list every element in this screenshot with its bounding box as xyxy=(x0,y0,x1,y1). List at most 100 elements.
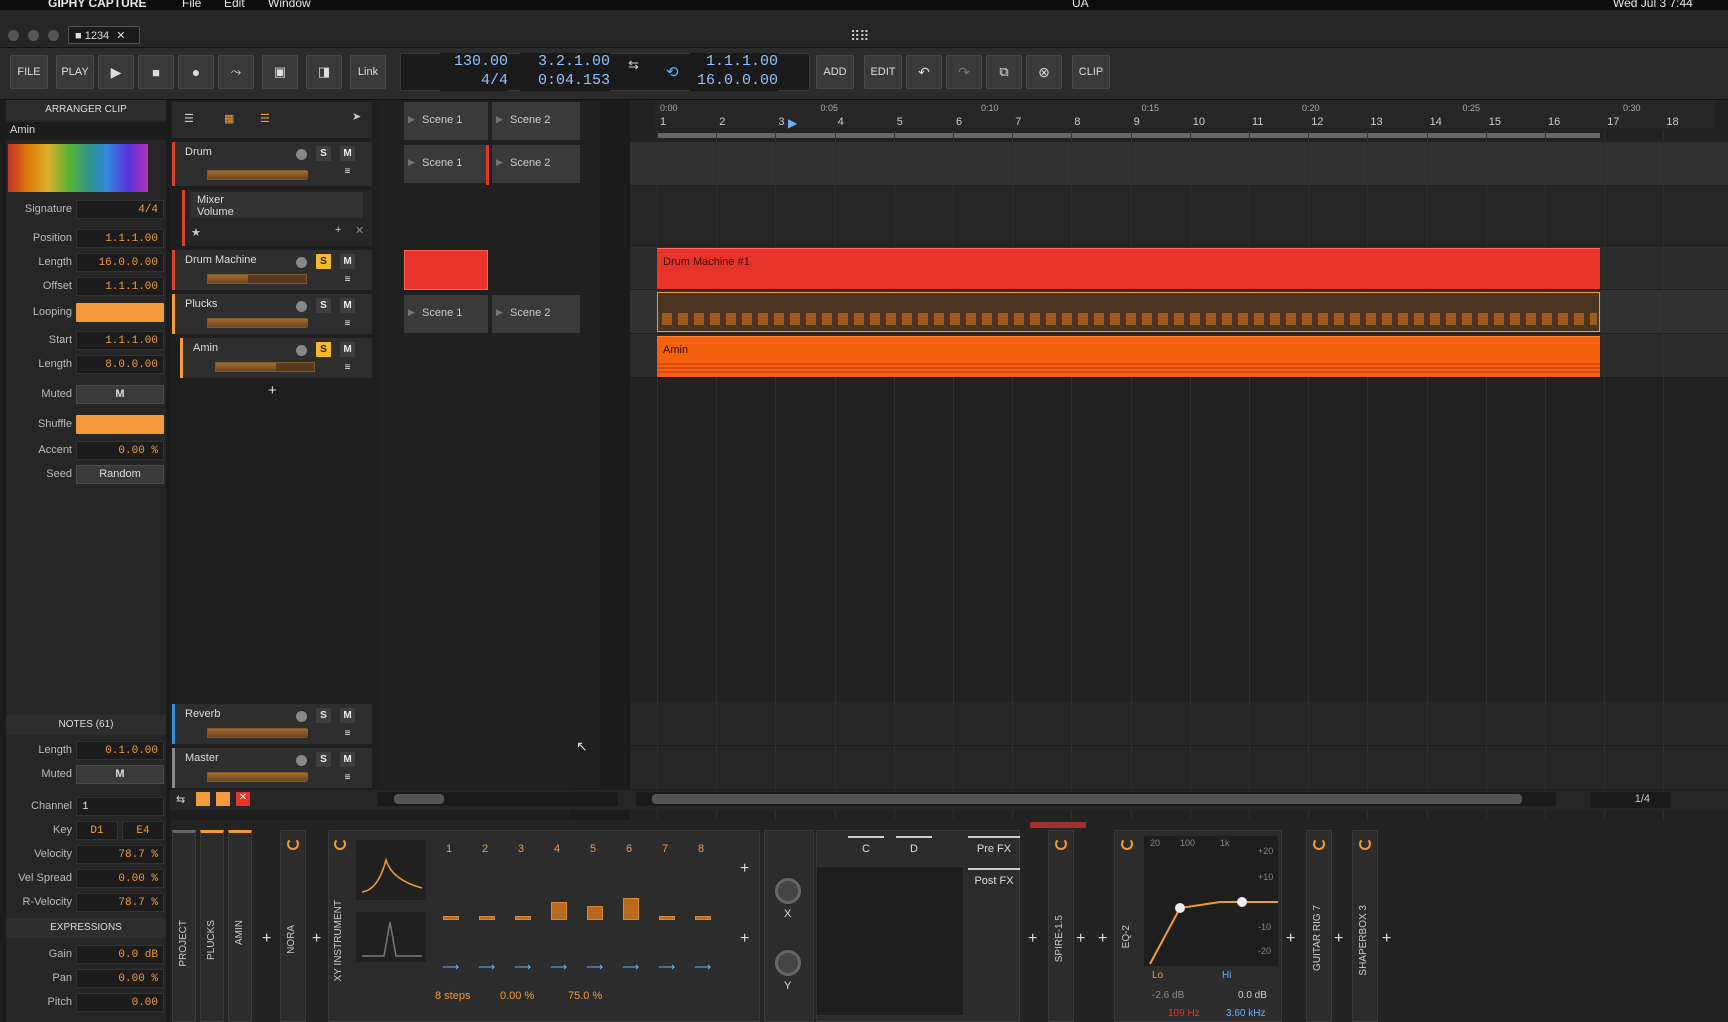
volume-fader[interactable] xyxy=(207,170,308,180)
loop-region-bar[interactable] xyxy=(657,133,1600,138)
step-bar[interactable] xyxy=(515,916,531,920)
solo-button[interactable]: S xyxy=(316,146,331,161)
step-bar[interactable] xyxy=(551,902,567,920)
zoom-window-icon[interactable] xyxy=(48,30,59,41)
loop-start-value[interactable]: 1.1.1.00 xyxy=(690,53,778,72)
step-direction-icon[interactable]: ⟶ xyxy=(586,960,603,974)
seed-button[interactable]: Random xyxy=(76,465,164,484)
key-high[interactable]: E4 xyxy=(122,821,164,840)
volume-fader[interactable] xyxy=(207,728,308,738)
mute-button[interactable]: M xyxy=(340,708,355,723)
power-icon[interactable] xyxy=(287,838,299,850)
eq-freq-lo[interactable]: 109 Hz xyxy=(1168,1008,1200,1019)
punch-in-icon[interactable]: ⇆ xyxy=(628,57,639,73)
step-direction-icon[interactable]: ⟶ xyxy=(514,960,531,974)
add-button[interactable]: ADD xyxy=(816,55,854,89)
step-bar[interactable] xyxy=(695,916,711,920)
clip-name-field[interactable]: Amin xyxy=(6,122,166,140)
automation-icon[interactable]: ⤳ xyxy=(218,55,254,89)
step-number[interactable]: 1 xyxy=(446,843,452,855)
track-menu-icon[interactable]: ≡ xyxy=(340,316,355,331)
track-menu-icon[interactable]: ≡ xyxy=(340,164,355,179)
add-device-icon[interactable]: + xyxy=(1334,930,1343,948)
mute-button[interactable]: M xyxy=(340,254,355,269)
step-bar[interactable] xyxy=(443,916,459,920)
field-value[interactable]: 16.0.0.00 xyxy=(76,253,164,272)
step-pct-1[interactable]: 0.00 % xyxy=(500,990,534,1002)
mute-button[interactable]: M xyxy=(340,298,355,313)
field-value[interactable]: 8.0.0.00 xyxy=(76,355,164,374)
add-device-icon[interactable]: + xyxy=(1286,930,1295,948)
x-knob[interactable] xyxy=(775,878,801,904)
arm-dot[interactable] xyxy=(296,301,307,312)
swap-icon[interactable]: ⇆ xyxy=(176,793,185,806)
shuffle-toggle[interactable] xyxy=(76,415,164,434)
power-icon[interactable] xyxy=(1313,838,1325,850)
list-view-icon[interactable]: ☰ xyxy=(260,112,270,125)
add-device-icon[interactable]: + xyxy=(1028,930,1037,948)
plucks-clip[interactable] xyxy=(657,292,1600,332)
metronome-icon[interactable]: ▣ xyxy=(262,55,298,89)
scene-1-drum[interactable]: Scene 1 xyxy=(404,145,488,183)
arm-dot[interactable] xyxy=(296,711,307,722)
menu-app-name[interactable]: GIPHY CAPTURE xyxy=(48,0,146,10)
drum-machine-launcher-clip[interactable] xyxy=(404,250,488,290)
launcher-scrollbar[interactable] xyxy=(378,792,618,806)
field-value[interactable]: 78.7 % xyxy=(76,845,164,864)
menu-window[interactable]: Window xyxy=(268,0,311,10)
envelope-display-2[interactable] xyxy=(356,912,426,962)
record-icon[interactable]: ● xyxy=(178,55,214,89)
track-menu-icon[interactable]: ≡ xyxy=(340,360,355,375)
menu-file[interactable]: File xyxy=(182,0,201,10)
add-step-icon[interactable]: + xyxy=(740,930,749,948)
eq-freq-hi[interactable]: 3.60 kHz xyxy=(1226,1008,1265,1019)
step-bar[interactable] xyxy=(623,898,639,920)
star-icon[interactable]: ★ xyxy=(191,226,201,239)
power-icon[interactable] xyxy=(1055,838,1067,850)
scene-1-header[interactable]: Scene 1 xyxy=(404,102,488,140)
close-window-icon[interactable] xyxy=(8,30,19,41)
mixer-param-select[interactable]: Mixer Volume xyxy=(191,192,363,218)
mute-button[interactable]: M xyxy=(340,752,355,767)
ua-indicator[interactable]: UA xyxy=(1072,0,1089,10)
step-number[interactable]: 8 xyxy=(698,843,704,855)
volume-fader[interactable] xyxy=(215,362,315,372)
power-icon[interactable] xyxy=(334,838,346,850)
drum-machine-clip[interactable]: Drum Machine #1 xyxy=(657,248,1600,289)
track-menu-icon[interactable]: ≡ xyxy=(340,272,355,287)
add-step-icon[interactable]: + xyxy=(740,860,749,878)
volume-fader[interactable] xyxy=(207,318,308,328)
step-number[interactable]: 2 xyxy=(482,843,488,855)
mute-button[interactable]: M xyxy=(340,146,355,161)
grid-view-icon[interactable]: ▦ xyxy=(224,112,234,125)
track-list-icon[interactable]: ☰ xyxy=(184,112,194,125)
muted-toggle[interactable]: M xyxy=(76,385,164,404)
add-device-icon[interactable]: + xyxy=(262,930,271,948)
play-menu-button[interactable]: PLAY xyxy=(56,55,94,89)
eq-hi-label[interactable]: Hi xyxy=(1222,970,1231,981)
power-icon[interactable] xyxy=(1359,838,1371,850)
step-count[interactable]: 8 steps xyxy=(435,990,470,1002)
pointer-tool-icon[interactable]: ➤ xyxy=(352,110,361,123)
add-device-icon[interactable]: + xyxy=(312,930,321,948)
step-direction-icon[interactable]: ⟶ xyxy=(550,960,567,974)
solo-button[interactable]: S xyxy=(316,298,331,313)
eq-lo-label[interactable]: Lo xyxy=(1152,970,1163,981)
track-menu-icon[interactable]: ≡ xyxy=(340,770,355,785)
eq-gain-lo[interactable]: -2.6 dB xyxy=(1152,990,1184,1001)
close-tab-icon[interactable]: ✕ xyxy=(116,30,125,42)
layout-icon[interactable] xyxy=(196,792,210,806)
time-value[interactable]: 0:04.153 xyxy=(520,72,610,91)
step-direction-icon[interactable]: ⟶ xyxy=(658,960,675,974)
play-icon[interactable]: ▶ xyxy=(98,55,134,89)
channel-select[interactable]: 1 xyxy=(76,797,164,816)
field-value[interactable]: 1.1.1.00 xyxy=(76,331,164,350)
clip-button[interactable]: CLIP xyxy=(1072,55,1110,89)
clear-icon[interactable]: ✕ xyxy=(236,792,250,806)
field-value[interactable]: 0.1.0.00 xyxy=(76,741,164,760)
step-number[interactable]: 4 xyxy=(554,843,560,855)
undo-icon[interactable]: ↶ xyxy=(906,55,942,89)
field-value[interactable]: 1.1.1.00 xyxy=(76,277,164,296)
grid-zoom-select[interactable]: 1/4 xyxy=(1590,792,1670,808)
remove-param-icon[interactable]: ✕ xyxy=(355,224,364,237)
